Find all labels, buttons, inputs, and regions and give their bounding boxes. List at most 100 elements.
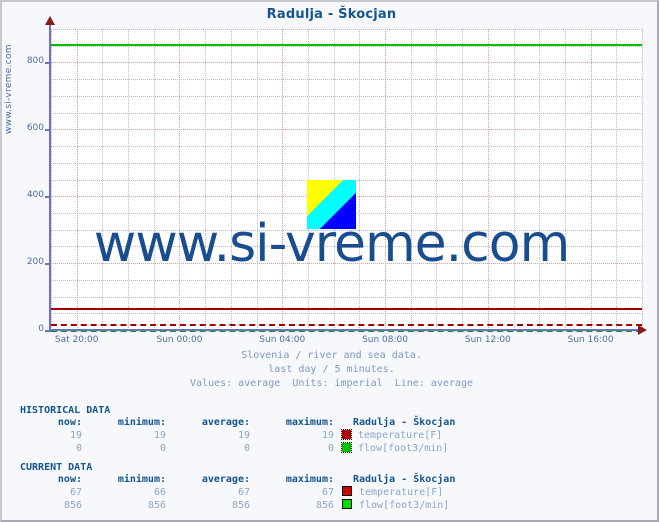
y-axis-tick-label: 0 [38, 324, 44, 334]
y-axis-tick-label: 600 [26, 123, 44, 134]
historical-data-section: HISTORICAL DATA now: minimum: average: m… [20, 405, 455, 455]
gridline-horizontal-minor [51, 95, 642, 97]
gridline-vertical-major [282, 29, 284, 330]
gridline-horizontal-minor [51, 296, 642, 298]
column-header-minimum: minimum: [117, 474, 166, 485]
gridline-vertical-minor [51, 29, 52, 330]
gridline-vertical-minor [462, 29, 464, 330]
gridline-vertical-major [179, 29, 181, 330]
cell-series: flow[foot3/min] [334, 499, 455, 512]
cell-now: 0 [75, 443, 82, 454]
gridline-horizontal-minor [51, 279, 642, 281]
gridline-vertical-minor [642, 29, 643, 330]
cell-series: temperature[F] [334, 429, 455, 442]
legend-swatch-icon [341, 429, 352, 440]
column-header-average: average: [201, 474, 250, 485]
cell-series: flow[foot3/min] [334, 442, 455, 455]
current-data-table: now: minimum: average: maximum: Radulja … [20, 474, 455, 512]
legend-swatch-icon [341, 442, 352, 453]
column-header-now: now: [57, 417, 82, 428]
cell-minimum: 19 [153, 430, 166, 441]
cell-average: 856 [231, 500, 250, 511]
current-data-section: CURRENT DATA now: minimum: average: maxi… [20, 462, 455, 512]
gridline-horizontal-minor [51, 162, 642, 164]
cell-now: 67 [69, 487, 82, 498]
cell-average: 67 [237, 487, 250, 498]
y-axis [49, 24, 51, 332]
cell-minimum: 856 [147, 500, 166, 511]
y-axis-tick-mark [45, 62, 50, 65]
cell-average: 19 [237, 430, 250, 441]
gridline-horizontal-minor [51, 313, 642, 315]
cell-now: 856 [63, 500, 82, 511]
legend-label: flow[foot3/min] [358, 443, 449, 454]
subtitle-line: last day / 5 minutes. [268, 364, 395, 375]
cell-series: temperature[F] [334, 486, 455, 499]
cell-now: 19 [69, 430, 82, 441]
y-axis-tick-label: 800 [26, 56, 44, 67]
legend-label: temperature[F] [359, 487, 444, 498]
gridline-vertical-minor [564, 29, 566, 330]
gridline-vertical-minor [102, 29, 104, 330]
cell-maximum: 0 [327, 443, 334, 454]
column-header-series: Radulja - Škocjan [353, 474, 456, 485]
gridline-horizontal-minor [51, 146, 642, 148]
subtitle-line: Values: average Units: imperial Line: av… [190, 378, 473, 389]
y-axis-arrow-icon [45, 16, 55, 25]
x-axis-tick-label: Sun 08:00 [362, 335, 408, 345]
x-axis-tick-label: Sun 04:00 [259, 335, 306, 345]
gridline-vertical-major [76, 29, 78, 330]
gridline-horizontal-major [51, 129, 642, 131]
y-axis-tick-mark [45, 330, 50, 332]
gridline-vertical-minor [616, 29, 618, 330]
historical-data-heading: HISTORICAL DATA [20, 405, 111, 416]
gridline-vertical-minor [230, 29, 232, 330]
cell-average: 0 [243, 443, 250, 454]
table-header-row: now: minimum: average: maximum: Radulja … [20, 417, 455, 429]
legend-swatch-icon [342, 486, 352, 496]
watermark-text: www.si-vreme.com [93, 214, 571, 274]
gridline-vertical-minor [410, 29, 412, 330]
legend-label: temperature[F] [358, 430, 443, 441]
cell-minimum: 0 [159, 443, 166, 454]
x-axis [49, 329, 643, 331]
page-title: Radulja - Škocjan [266, 7, 397, 22]
y-axis-tick-mark [45, 196, 50, 199]
gridline-vertical-minor [539, 29, 541, 330]
table-row: 67 66 67 67 temperature[F] [20, 486, 455, 499]
column-header-average: average: [201, 417, 250, 428]
gridline-horizontal-major [51, 62, 642, 64]
gridline-horizontal-minor [51, 29, 642, 30]
current-data-heading: CURRENT DATA [20, 462, 93, 473]
gridline-vertical-minor [436, 29, 438, 330]
gridline-vertical-major [590, 29, 592, 330]
gridline-vertical-major [487, 29, 489, 330]
gridline-vertical-minor [128, 29, 130, 330]
series-line-historical-temperature [51, 323, 642, 326]
table-row: 19 19 19 19 temperature[F] [20, 429, 455, 442]
x-axis-tick-label: Sun 12:00 [464, 335, 511, 345]
x-axis-tick-label: Sun 16:00 [567, 335, 614, 345]
column-header-series: Radulja - Škocjan [353, 417, 456, 428]
legend-label: flow[foot3/min] [359, 500, 450, 511]
cell-minimum: 66 [153, 487, 166, 498]
x-axis-tick-label: Sun 00:00 [156, 335, 203, 345]
y-axis-tick-mark [45, 129, 50, 132]
gridline-vertical-minor [153, 29, 155, 330]
subtitle-line: Slovenia / river and sea data. [241, 350, 422, 361]
historical-data-table: now: minimum: average: maximum: Radulja … [20, 417, 455, 455]
x-axis-arrow-icon [638, 325, 647, 335]
gridline-horizontal-minor [51, 45, 642, 47]
cell-maximum: 856 [315, 500, 334, 511]
gridline-vertical-minor [359, 29, 361, 330]
gridline-vertical-major [385, 29, 387, 330]
column-header-maximum: maximum: [285, 474, 334, 485]
gridline-horizontal-minor [51, 79, 642, 81]
chart-page: Radulja - Škocjan www.si-vreme.com 0 200 4… [0, 0, 659, 522]
gridline-vertical-minor [205, 29, 207, 330]
table-header-row: now: minimum: average: maximum: Radulja … [20, 474, 455, 486]
column-header-maximum: maximum: [285, 417, 334, 428]
historical-table-body: 19 19 19 19 temperature[F] 0 0 0 0 flow[foot3/min… [20, 429, 455, 455]
series-line-current-flow [51, 43, 642, 46]
current-table-body: 67 66 67 67 temperature[F] 856 856 856 856 flow[f… [20, 486, 455, 512]
